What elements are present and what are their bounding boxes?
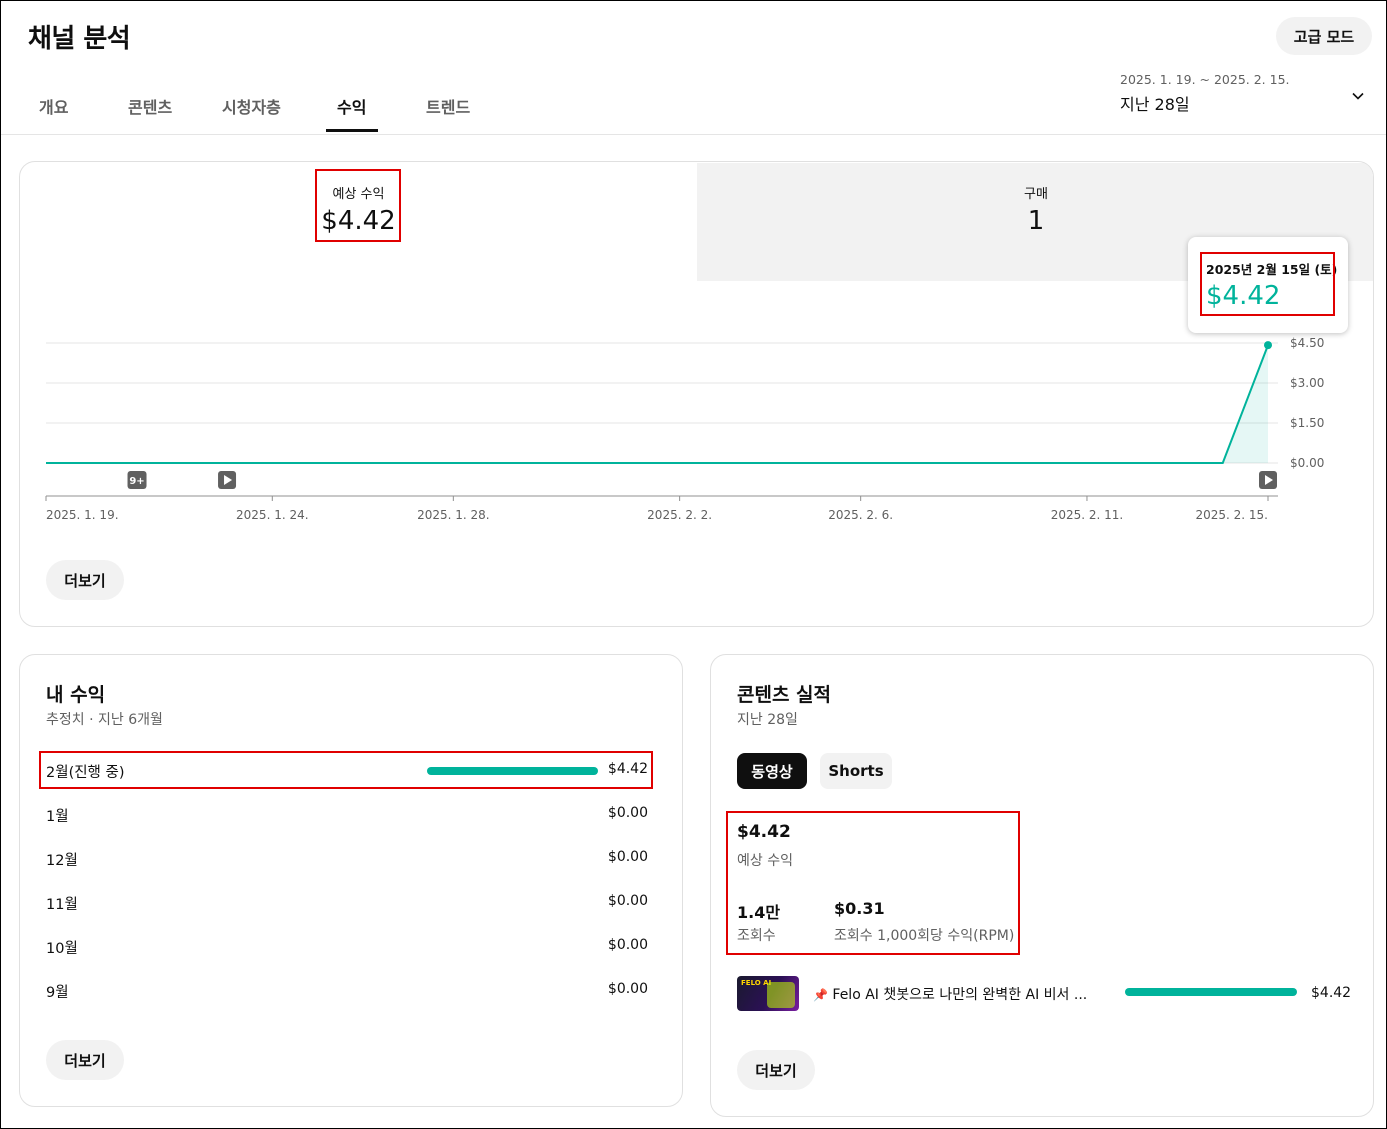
revenue-month-amount: $0.00: [607, 893, 648, 909]
revenue-month-row: 9월 $0.00: [46, 976, 648, 1006]
tooltip-date: 2025년 2월 15일 (토): [1206, 262, 1338, 277]
video-count-label: 9+: [129, 476, 144, 487]
revenue-month-amount: $0.00: [607, 981, 648, 997]
series-line: [46, 344, 1269, 464]
views-label: 조회수: [737, 928, 776, 944]
revenue-month-row: 12월 $0.00: [46, 844, 648, 874]
revenue-month-amount: $0.00: [607, 805, 648, 821]
video-row[interactable]: 📌 Felo AI 챗봇으로 나만의 완벽한 AI 비서 ...: [813, 984, 1087, 1004]
my-revenue-subtitle: 추정치 · 지난 6개월: [46, 712, 163, 728]
series-area: [46, 345, 1268, 463]
x-tick-label: 2025. 2. 15.: [1195, 508, 1268, 522]
revenue-month-row: 2월(진행 중) $4.42: [46, 756, 648, 786]
content-revenue-label: 예상 수익: [737, 853, 793, 869]
revenue-month-row: 10월 $0.00: [46, 932, 648, 962]
revenue-month-bar: [427, 767, 598, 775]
y-tick-label: $3.00: [1290, 376, 1324, 390]
revenue-month-amount: $0.00: [607, 849, 648, 865]
pin-icon: 📌: [813, 988, 828, 1002]
x-tick-label: 2025. 2. 11.: [1051, 508, 1124, 522]
revenue-month-label: 10월: [46, 941, 78, 957]
x-tick-label: 2025. 2. 6.: [828, 508, 893, 522]
x-tick-label: 2025. 1. 24.: [236, 508, 309, 522]
chip-shorts[interactable]: Shorts: [820, 753, 892, 789]
content-revenue-value: $4.42: [737, 822, 791, 842]
revenue-month-amount: $0.00: [607, 937, 648, 953]
revenue-month-label: 2월(진행 중): [46, 765, 125, 781]
revenue-month-label: 12월: [46, 853, 78, 869]
video-revenue-bar: [1125, 988, 1297, 996]
y-tick-label: $1.50: [1290, 416, 1324, 430]
content-performance-card: [710, 654, 1374, 1117]
content-performance-subtitle: 지난 28일: [737, 712, 798, 728]
tooltip-value: $4.42: [1206, 281, 1281, 311]
video-thumbnail[interactable]: FELO AI: [737, 976, 799, 1011]
views-value: 1.4만: [737, 903, 781, 922]
video-title: Felo AI 챗봇으로 나만의 완벽한 AI 비서 ...: [832, 987, 1088, 1003]
overview-more-button[interactable]: 더보기: [46, 560, 124, 600]
data-point: [1264, 341, 1272, 350]
content-more-button[interactable]: 더보기: [737, 1050, 815, 1090]
revenue-month-label: 1월: [46, 809, 69, 825]
x-tick-label: 2025. 1. 19.: [46, 508, 119, 522]
chart-tooltip: 2025년 2월 15일 (토) $4.42: [1188, 237, 1348, 333]
my-revenue-more-button[interactable]: 더보기: [46, 1040, 124, 1080]
thumbnail-figure: [767, 982, 795, 1008]
chip-videos[interactable]: 동영상: [737, 753, 807, 789]
content-performance-title: 콘텐츠 실적: [737, 684, 832, 706]
y-tick-label: $4.50: [1290, 336, 1324, 350]
rpm-value: $0.31: [834, 899, 885, 918]
x-tick-label: 2025. 2. 2.: [647, 508, 712, 522]
revenue-month-amount: $4.42: [607, 761, 648, 777]
x-tick-label: 2025. 1. 28.: [417, 508, 490, 522]
revenue-line-chart: $0.00 $1.50 $3.00 $4.50 2025. 1. 19. 2025. 1.…: [45, 336, 1324, 522]
revenue-month-row: 11월 $0.00: [46, 888, 648, 918]
my-revenue-title: 내 수익: [46, 684, 106, 706]
revenue-month-label: 9월: [46, 985, 69, 1001]
rpm-label: 조회수 1,000회당 수익(RPM): [834, 928, 1015, 944]
y-tick-label: $0.00: [1290, 456, 1324, 470]
video-revenue-amount: $4.42: [1311, 985, 1352, 1001]
revenue-month-row: 1월 $0.00: [46, 800, 648, 830]
revenue-month-label: 11월: [46, 897, 78, 913]
